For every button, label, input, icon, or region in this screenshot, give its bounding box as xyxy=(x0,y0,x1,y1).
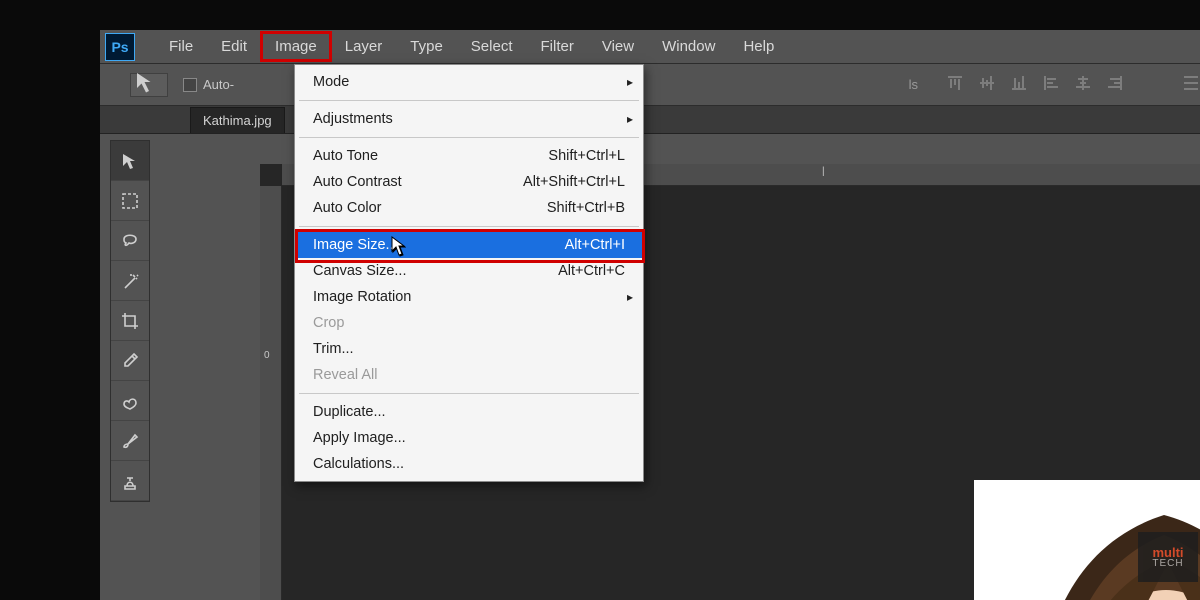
lasso-tool-button[interactable] xyxy=(111,221,149,261)
menu-item-label: Auto Contrast xyxy=(313,174,523,190)
menubar: Ps File Edit Image Layer Type Select Filter Vie… xyxy=(100,30,1200,64)
menu-item-label: Canvas Size... xyxy=(313,263,558,279)
watermark-line2: TECH xyxy=(1152,559,1183,569)
magic-wand-tool-button[interactable] xyxy=(111,261,149,301)
menu-layer[interactable]: Layer xyxy=(331,32,397,61)
video-watermark: multi TECH xyxy=(1138,532,1198,582)
menu-label: Type xyxy=(410,38,443,55)
menu-item-shortcut: Shift+Ctrl+L xyxy=(548,148,625,164)
clone-stamp-tool-icon xyxy=(119,470,141,492)
menu-item-auto-contrast[interactable]: Auto ContrastAlt+Shift+Ctrl+L xyxy=(295,169,643,195)
crop-tool-button[interactable] xyxy=(111,301,149,341)
ruler-vertical[interactable]: 0 xyxy=(260,186,282,600)
menu-label: Edit xyxy=(221,38,247,55)
document-tab[interactable]: Kathima.jpg xyxy=(190,107,285,133)
ruler-h-tick-label: | xyxy=(822,166,825,177)
menu-label: File xyxy=(169,38,193,55)
menu-label: Help xyxy=(743,38,774,55)
menu-select[interactable]: Select xyxy=(457,32,527,61)
menu-item-shortcut: Alt+Ctrl+I xyxy=(565,237,625,253)
options-bar: Auto- ls xyxy=(100,64,1200,106)
align-icon-group xyxy=(946,74,1200,95)
toolbox xyxy=(110,140,150,502)
options-trailing-text: ls xyxy=(909,77,918,92)
menu-label: Filter xyxy=(541,38,574,55)
document-tab-bar: Kathima.jpg xyxy=(100,106,1200,134)
menu-label: Image xyxy=(275,38,317,55)
clone-stamp-tool-button[interactable] xyxy=(111,461,149,501)
ruler-v-tick-label: 0 xyxy=(264,350,270,361)
menu-item-shortcut: Shift+Ctrl+B xyxy=(547,200,625,216)
menu-item-label: Duplicate... xyxy=(313,404,625,420)
align-right-edges-icon[interactable] xyxy=(1106,74,1124,95)
healing-brush-tool-icon xyxy=(119,390,141,412)
menu-window[interactable]: Window xyxy=(648,32,729,61)
menu-item-image-size[interactable]: Image Size...Alt+Ctrl+I xyxy=(295,232,643,258)
menu-file[interactable]: File xyxy=(155,32,207,61)
crop-tool-icon xyxy=(119,310,141,332)
auto-select-label: Auto- xyxy=(203,77,234,92)
healing-brush-tool-button[interactable] xyxy=(111,381,149,421)
current-tool-indicator[interactable] xyxy=(130,73,168,97)
menu-item-label: Image Rotation xyxy=(313,289,625,305)
menu-item-label: Image Size... xyxy=(313,237,565,253)
align-bottom-edges-icon[interactable] xyxy=(1010,74,1028,95)
auto-select-checkbox[interactable] xyxy=(183,78,197,92)
menu-item-image-rotation[interactable]: Image Rotation xyxy=(295,284,643,310)
move-tool-icon xyxy=(131,67,167,103)
menu-item-adjustments[interactable]: Adjustments xyxy=(295,106,643,132)
app-logo-text: Ps xyxy=(111,39,128,55)
image-menu-dropdown: ModeAdjustmentsAuto ToneShift+Ctrl+LAuto… xyxy=(294,64,644,482)
align-top-edges-icon[interactable] xyxy=(946,74,964,95)
menu-help[interactable]: Help xyxy=(729,32,788,61)
align-vertical-centers-icon[interactable] xyxy=(978,74,996,95)
align-left-edges-icon[interactable] xyxy=(1042,74,1060,95)
menu-item-label: Adjustments xyxy=(313,111,625,127)
eyedropper-tool-button[interactable] xyxy=(111,341,149,381)
menu-item-label: Apply Image... xyxy=(313,430,625,446)
magic-wand-tool-icon xyxy=(119,270,141,292)
move-tool-icon xyxy=(119,150,141,172)
menu-item-reveal-all: Reveal All xyxy=(295,362,643,388)
lasso-tool-icon xyxy=(119,230,141,252)
menu-item-shortcut: Alt+Shift+Ctrl+L xyxy=(523,174,625,190)
menu-item-trim[interactable]: Trim... xyxy=(295,336,643,362)
menu-item-label: Crop xyxy=(313,315,625,331)
marquee-tool-icon xyxy=(119,190,141,212)
menu-item-mode[interactable]: Mode xyxy=(295,69,643,95)
menu-item-label: Mode xyxy=(313,74,625,90)
menu-item-label: Auto Color xyxy=(313,200,547,216)
menu-filter[interactable]: Filter xyxy=(527,32,588,61)
menu-item-label: Trim... xyxy=(313,341,625,357)
marquee-tool-button[interactable] xyxy=(111,181,149,221)
menu-label: Select xyxy=(471,38,513,55)
distribute-top-icon[interactable] xyxy=(1182,74,1200,95)
menu-item-auto-color[interactable]: Auto ColorShift+Ctrl+B xyxy=(295,195,643,221)
menu-item-crop: Crop xyxy=(295,310,643,336)
menu-item-calculations[interactable]: Calculations... xyxy=(295,451,643,477)
menu-label: Window xyxy=(662,38,715,55)
move-tool-button[interactable] xyxy=(111,141,149,181)
menu-item-label: Auto Tone xyxy=(313,148,548,164)
menu-image[interactable]: Image xyxy=(261,32,331,61)
brush-tool-icon xyxy=(119,430,141,452)
menu-item-shortcut: Alt+Ctrl+C xyxy=(558,263,625,279)
menu-item-label: Calculations... xyxy=(313,456,625,472)
menu-item-duplicate[interactable]: Duplicate... xyxy=(295,399,643,425)
eyedropper-tool-icon xyxy=(119,350,141,372)
app-logo: Ps xyxy=(105,33,135,61)
document-tab-label: Kathima.jpg xyxy=(203,113,272,128)
menu-label: View xyxy=(602,38,634,55)
align-horizontal-centers-icon[interactable] xyxy=(1074,74,1092,95)
photoshop-window: Ps File Edit Image Layer Type Select Filter Vie… xyxy=(100,30,1200,600)
menu-label: Layer xyxy=(345,38,383,55)
menu-item-canvas-size[interactable]: Canvas Size...Alt+Ctrl+C xyxy=(295,258,643,284)
brush-tool-button[interactable] xyxy=(111,421,149,461)
menu-view[interactable]: View xyxy=(588,32,648,61)
menu-type[interactable]: Type xyxy=(396,32,457,61)
menu-item-apply-image[interactable]: Apply Image... xyxy=(295,425,643,451)
menu-item-auto-tone[interactable]: Auto ToneShift+Ctrl+L xyxy=(295,143,643,169)
menu-item-label: Reveal All xyxy=(313,367,625,383)
menu-edit[interactable]: Edit xyxy=(207,32,261,61)
